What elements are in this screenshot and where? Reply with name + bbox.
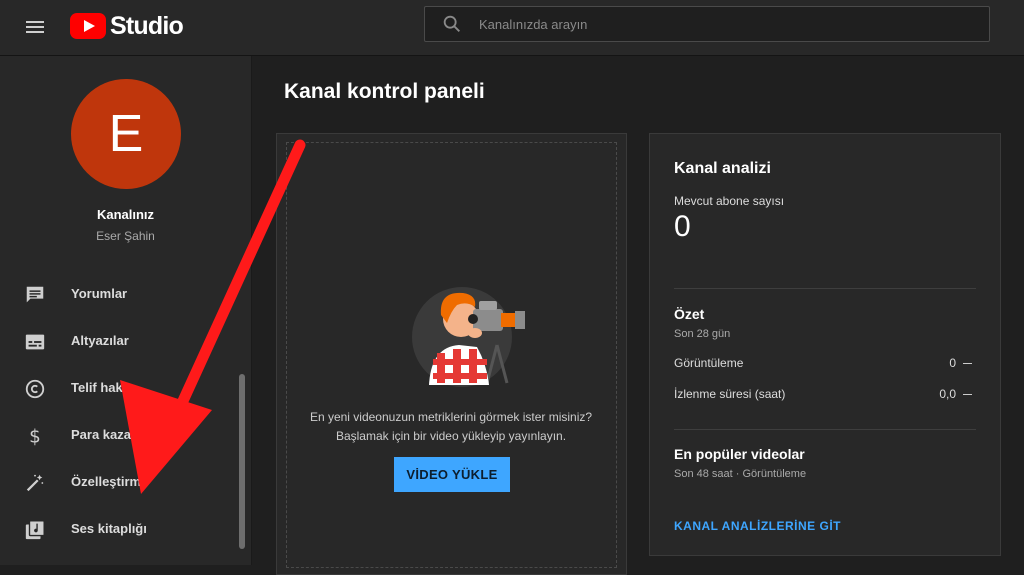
upload-desc-line1: En yeni videonuzun metriklerini görmek i… bbox=[309, 410, 593, 424]
search-icon[interactable] bbox=[441, 13, 463, 35]
sidebar-item-comments[interactable]: Yorumlar bbox=[0, 274, 240, 314]
logo-text: Studio bbox=[110, 11, 184, 40]
sidebar-item-label: Yorumlar bbox=[71, 286, 128, 301]
sidebar: E Kanalınız Eser Şahin Yorumlar Altyazıl… bbox=[0, 56, 252, 565]
channel-name[interactable]: Kanalınız bbox=[0, 207, 251, 222]
page-title: Kanal kontrol paneli bbox=[284, 80, 485, 103]
channel-analytics-card: Kanal analizi Mevcut abone sayısı 0 Özet… bbox=[649, 133, 1001, 556]
sidebar-item-audio-library[interactable]: Ses kitaplığı bbox=[0, 509, 240, 549]
watch-time-trend-icon bbox=[963, 394, 972, 395]
svg-text:$: $ bbox=[29, 426, 41, 447]
upload-video-button[interactable]: VİDEO YÜKLE bbox=[394, 457, 510, 492]
dollar-icon: $ bbox=[29, 426, 41, 447]
youtube-play-icon bbox=[70, 13, 106, 39]
views-trend-icon bbox=[963, 363, 972, 364]
hamburger-menu-icon[interactable] bbox=[22, 14, 48, 40]
sidebar-item-label: Telif hakkı bbox=[71, 380, 134, 395]
upload-description: En yeni videonuzun metriklerini görmek i… bbox=[295, 408, 607, 446]
copyright-icon bbox=[25, 379, 45, 399]
sidebar-item-label: Para kazanma bbox=[71, 427, 158, 442]
sidebar-item-label: Ses kitaplığı bbox=[71, 521, 147, 536]
search-input[interactable] bbox=[477, 15, 989, 33]
youtube-studio-logo[interactable]: Studio bbox=[70, 11, 184, 41]
sidebar-item-monetization[interactable]: $ Para kazanma bbox=[0, 415, 240, 455]
magic-wand-icon bbox=[26, 474, 44, 492]
sidebar-item-customization[interactable]: Özelleştirme bbox=[0, 462, 240, 502]
subscriber-count-value: 0 bbox=[674, 210, 691, 243]
top-bar: Studio bbox=[0, 0, 1024, 56]
watch-time-value: 0,0 bbox=[939, 387, 956, 401]
divider bbox=[674, 429, 976, 430]
upload-desc-line2: Başlamak için bir video yükleyip yayınla… bbox=[335, 429, 567, 443]
sidebar-item-subtitles[interactable]: Altyazılar bbox=[0, 321, 240, 361]
sidebar-item-label: Özelleştirme bbox=[71, 474, 149, 489]
top-videos-title: En popüler videolar bbox=[674, 446, 805, 462]
subscriber-count-label: Mevcut abone sayısı bbox=[674, 194, 785, 208]
upload-card: En yeni videonuzun metriklerini görmek i… bbox=[276, 133, 627, 575]
comment-icon bbox=[26, 286, 44, 303]
summary-title: Özet bbox=[674, 306, 705, 322]
views-value: 0 bbox=[949, 356, 956, 370]
analytics-title: Kanal analizi bbox=[674, 160, 771, 177]
search-bar[interactable] bbox=[424, 6, 990, 42]
channel-owner: Eser Şahin bbox=[96, 229, 155, 243]
top-videos-subtitle: Son 48 saat · Görüntüleme bbox=[674, 468, 807, 480]
views-label: Görüntüleme bbox=[674, 356, 744, 370]
camera-person-illustration bbox=[412, 287, 525, 387]
sidebar-item-copyright[interactable]: Telif hakkı bbox=[0, 368, 240, 408]
watch-time-label: İzlenme süresi (saat) bbox=[674, 387, 786, 401]
channel-avatar[interactable]: E bbox=[71, 79, 181, 189]
upload-dropzone: En yeni videonuzun metriklerini görmek i… bbox=[286, 142, 617, 568]
subtitles-icon bbox=[25, 334, 45, 350]
audio-library-icon bbox=[25, 520, 45, 540]
sidebar-item-label: Altyazılar bbox=[71, 333, 129, 348]
divider bbox=[674, 288, 976, 289]
summary-period: Son 28 gün bbox=[674, 328, 731, 340]
go-to-analytics-link[interactable]: KANAL ANALİZLERİNE GİT bbox=[674, 519, 841, 533]
sidebar-scrollbar[interactable] bbox=[239, 374, 245, 549]
